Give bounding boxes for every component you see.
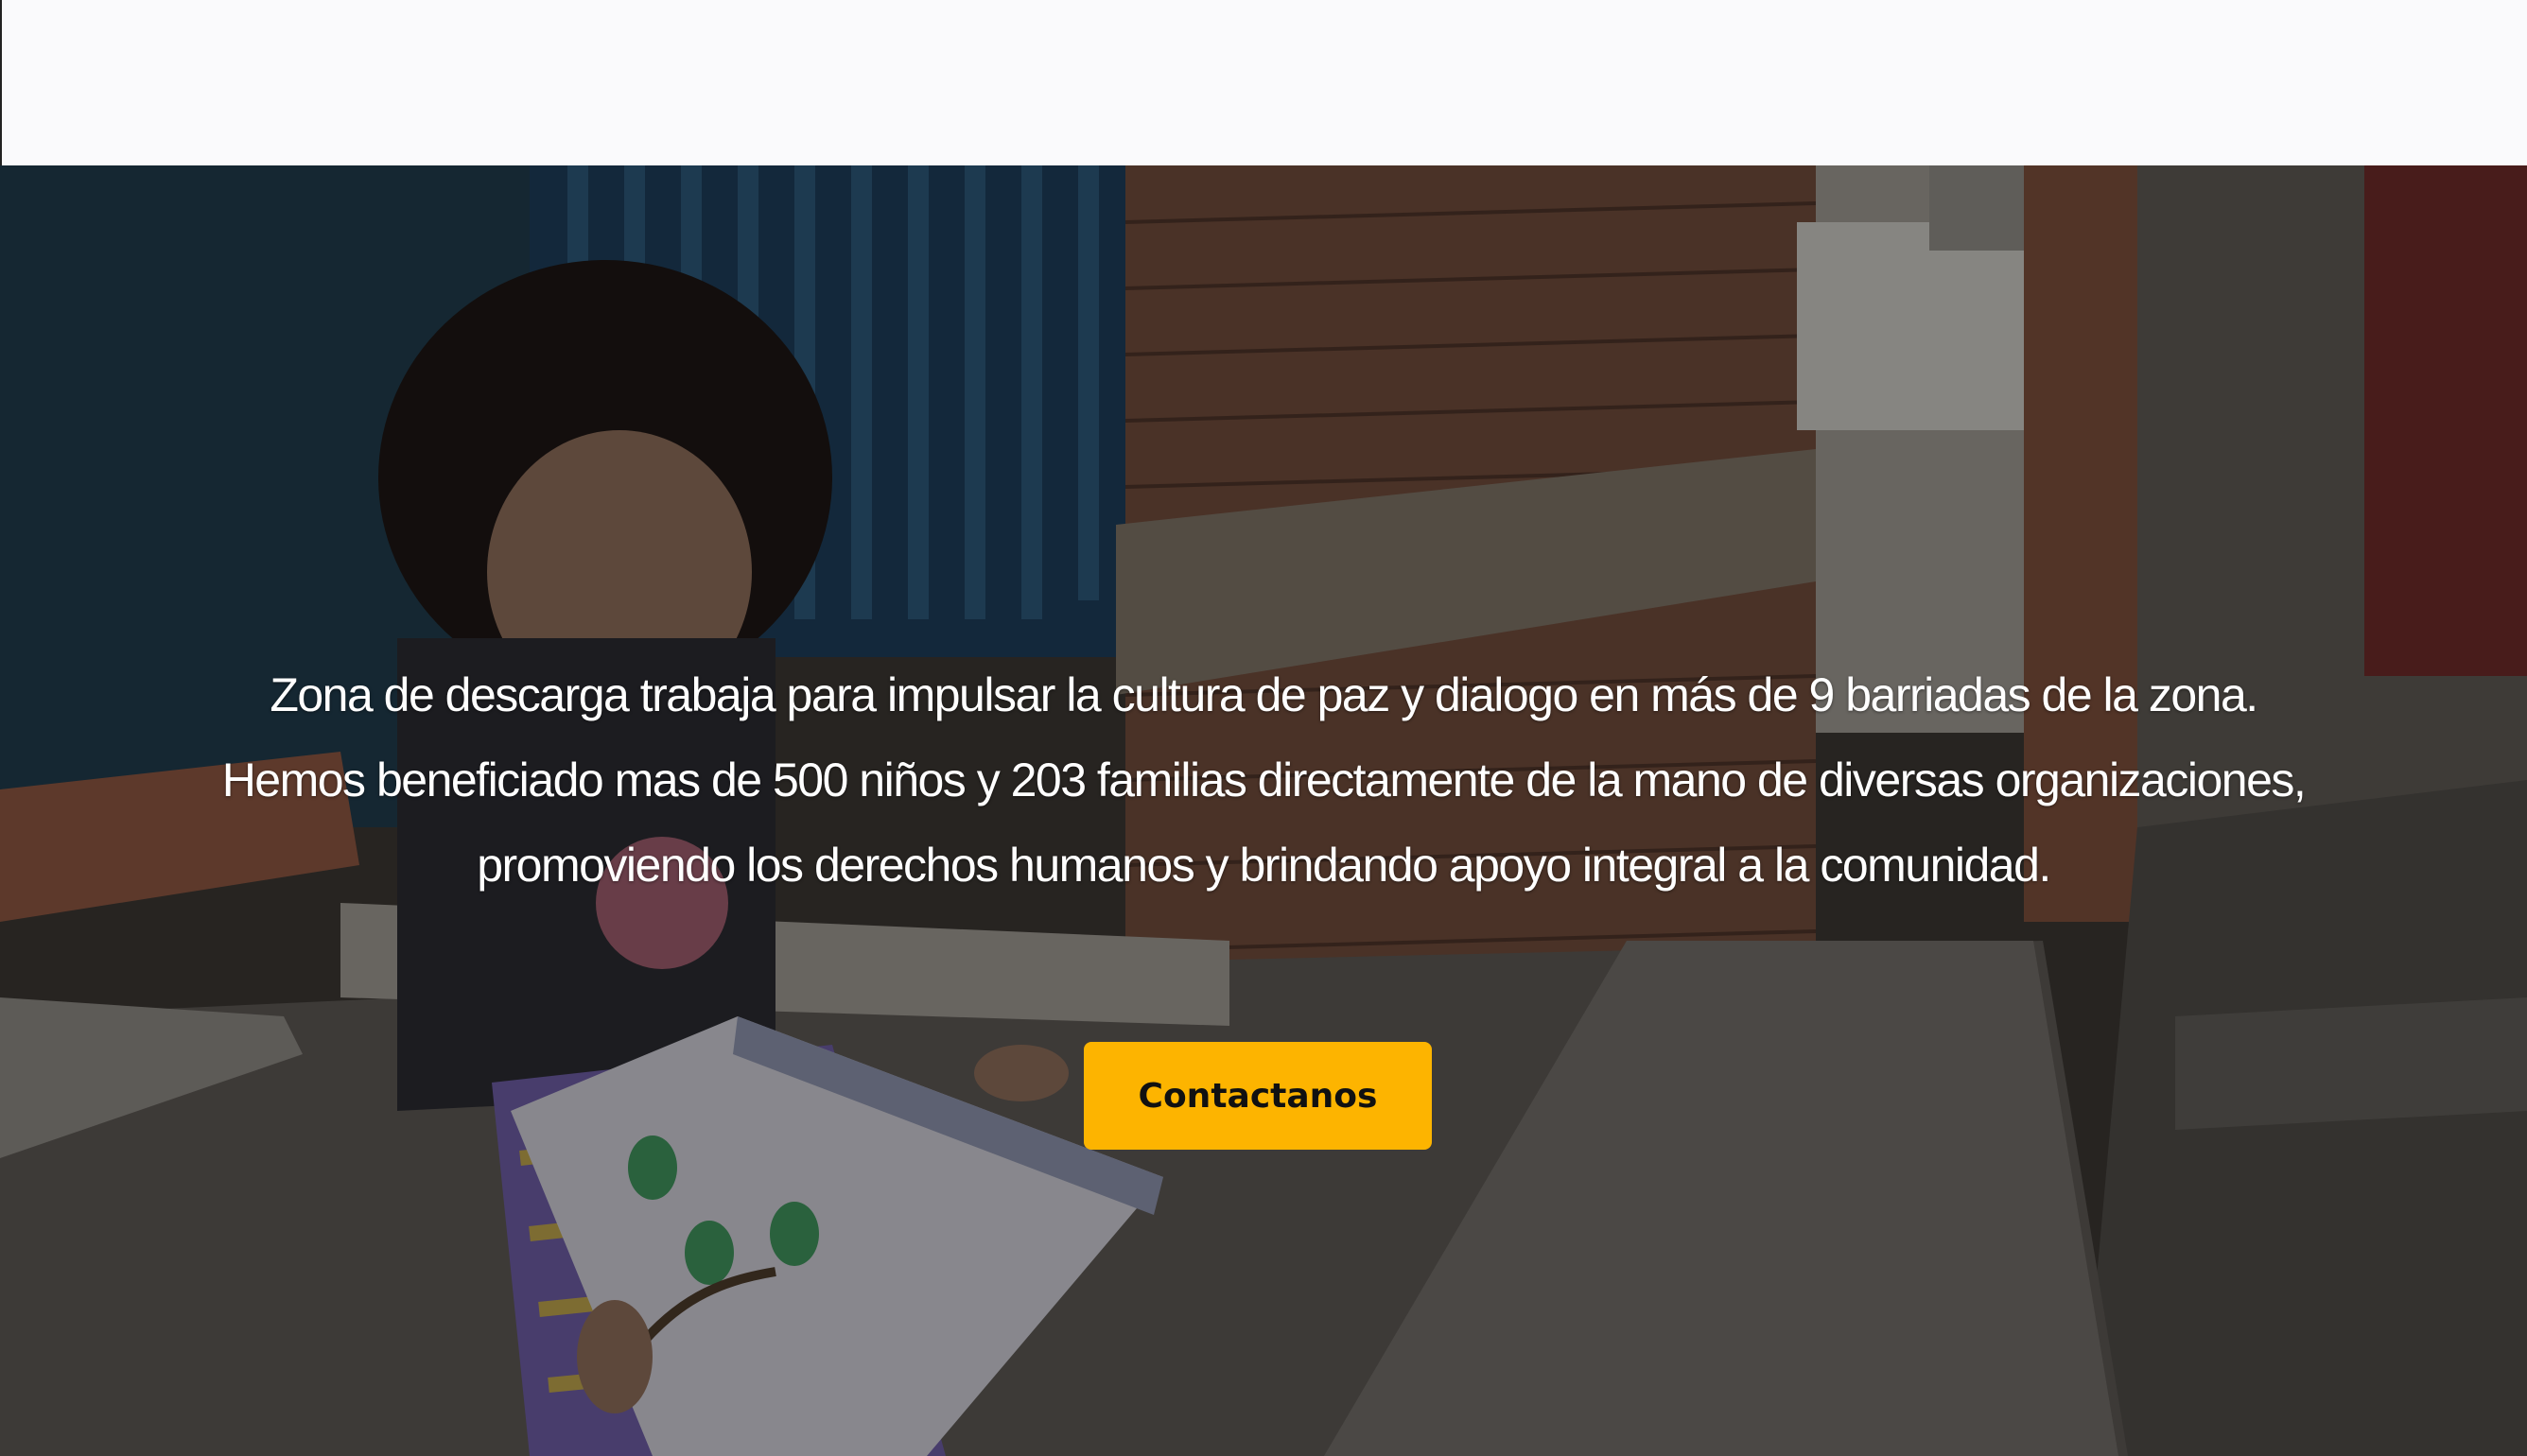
hero-section: Zona de descarga trabaja para impulsar l… xyxy=(0,165,2527,1456)
contact-button[interactable]: Contactanos xyxy=(1084,1042,1432,1150)
header-bar xyxy=(0,0,2527,165)
hero-line-1: Zona de descarga trabaja para impulsar l… xyxy=(270,668,2258,721)
page: Zona de descarga trabaja para impulsar l… xyxy=(0,0,2527,1456)
hero-description: Zona de descarga trabaja para impulsar l… xyxy=(0,652,2527,908)
hero-line-3: promoviendo los derechos humanos y brind… xyxy=(477,839,2051,892)
hero-line-2: Hemos beneficiado mas de 500 niños y 203… xyxy=(221,754,2307,806)
